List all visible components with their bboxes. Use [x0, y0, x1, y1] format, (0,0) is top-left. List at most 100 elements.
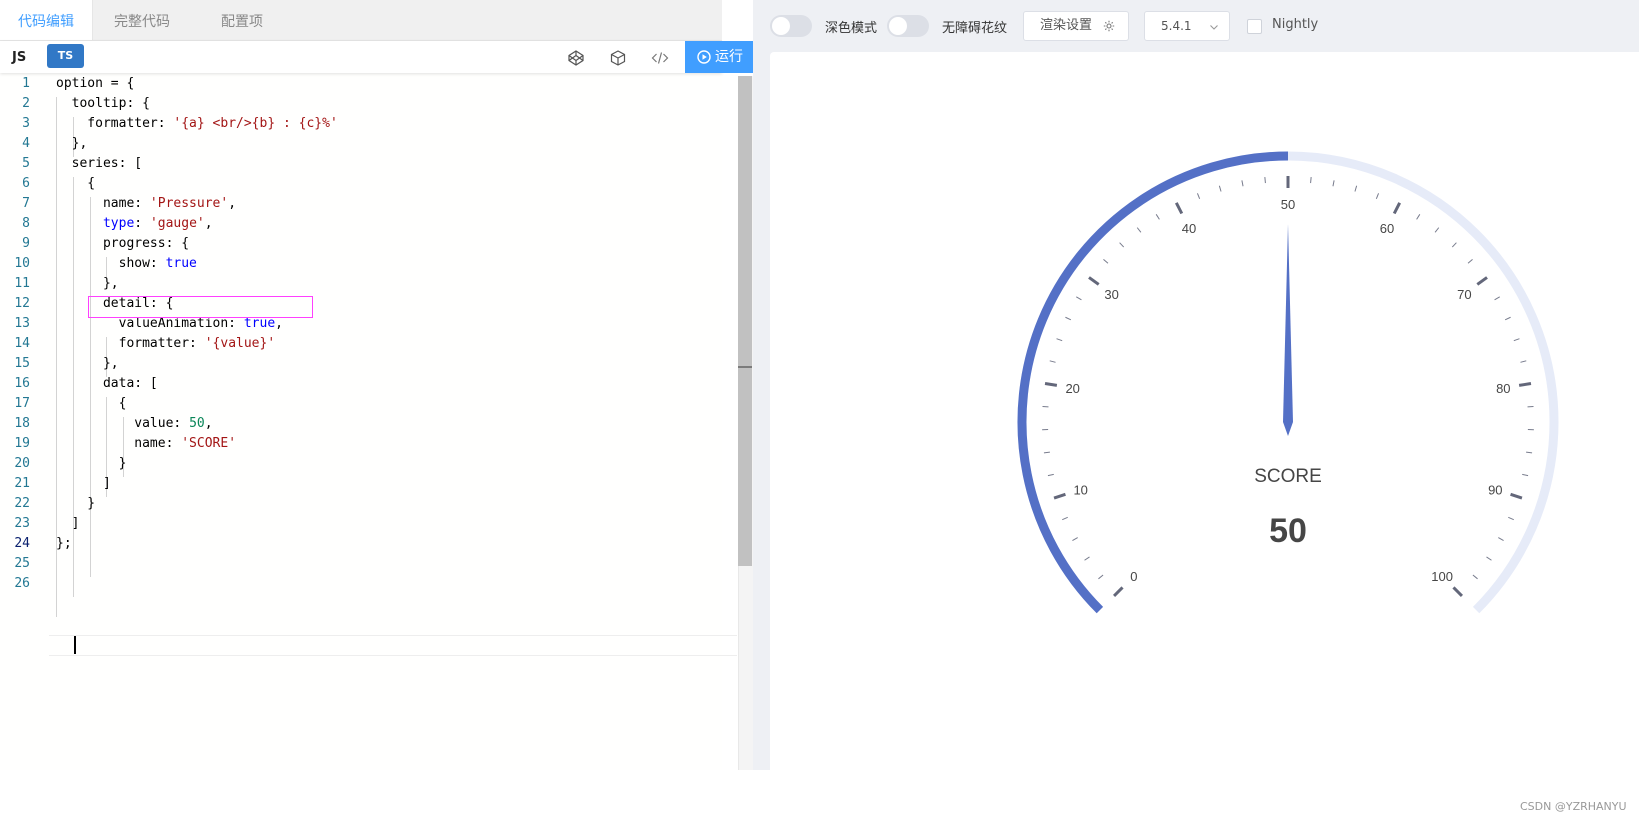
gauge-minor-tick	[1120, 243, 1124, 247]
aria-pattern-switch[interactable]	[887, 15, 929, 37]
code-editor-panel: 代码编辑 完整代码 配置项 JS TS 运行	[0, 0, 722, 770]
editor-toolbar: JS TS 运行	[0, 41, 722, 73]
gauge-tick-label: 100	[1431, 569, 1453, 584]
gauge-minor-tick	[1514, 339, 1520, 341]
gauge-minor-tick	[1197, 193, 1199, 199]
gauge-minor-tick	[1520, 361, 1526, 362]
gauge-major-tick	[1519, 384, 1531, 386]
line-number: 1	[0, 76, 30, 91]
switch-knob	[772, 17, 790, 35]
gauge-major-tick	[1054, 494, 1065, 498]
codesandbox-icon[interactable]	[609, 49, 627, 67]
line-number: 20	[0, 456, 30, 471]
line-number: 17	[0, 396, 30, 411]
editor-scrollbar-thumb[interactable]	[738, 76, 752, 566]
code-icon[interactable]	[651, 49, 669, 67]
render-settings-button[interactable]: 渲染设置	[1023, 11, 1129, 41]
gauge-major-tick	[1114, 587, 1122, 595]
tab-options[interactable]: 配置项	[221, 0, 263, 40]
code-area[interactable]: 1option = {2 tooltip: {3 formatter: '{a}…	[0, 76, 738, 770]
code-line: }	[56, 496, 95, 511]
line-number: 8	[0, 216, 30, 231]
line-number: 6	[0, 176, 30, 191]
code-line: value: 50,	[56, 416, 213, 431]
scrollbar-cursor-marker	[738, 366, 752, 368]
gauge-major-tick	[1394, 203, 1399, 214]
gauge-tick-label: 20	[1065, 381, 1079, 396]
line-number: 15	[0, 356, 30, 371]
code-line: type: 'gauge',	[56, 216, 213, 231]
gauge-major-tick	[1089, 277, 1099, 284]
gauge-minor-tick	[1435, 228, 1439, 233]
gauge-tick-label: 40	[1182, 221, 1196, 236]
nightly-checkbox[interactable]	[1247, 19, 1262, 34]
render-settings-label: 渲染设置	[1040, 18, 1092, 33]
line-number: 12	[0, 296, 30, 311]
line-number: 26	[0, 576, 30, 591]
line-number: 2	[0, 96, 30, 111]
gauge-tick-label: 30	[1104, 287, 1118, 302]
code-line: valueAnimation: true,	[56, 316, 283, 331]
gauge-minor-tick	[1452, 243, 1456, 247]
version-value: 5.4.1	[1161, 19, 1192, 33]
gauge-minor-tick	[1156, 214, 1159, 219]
tab-code-edit[interactable]: 代码编辑	[0, 0, 93, 40]
gauge-major-tick	[1477, 277, 1487, 284]
code-line: tooltip: {	[56, 96, 150, 111]
gauge-chart: 0102030405060708090100 SCORE 50	[770, 52, 1639, 742]
gauge-minor-tick	[1486, 557, 1491, 560]
gauge-tick-label: 70	[1457, 287, 1471, 302]
gauge-major-tick	[1045, 384, 1057, 386]
dark-mode-label: 深色模式	[825, 17, 877, 36]
gauge-minor-tick	[1498, 538, 1503, 541]
gauge-minor-tick	[1085, 557, 1090, 560]
nightly-label: Nightly	[1272, 17, 1318, 32]
code-line: },	[56, 136, 87, 151]
gauge-minor-tick	[1065, 317, 1070, 320]
gauge-major-tick	[1453, 587, 1461, 595]
line-number: 18	[0, 416, 30, 431]
watermark: CSDN @YZRHANYU	[1520, 800, 1627, 813]
line-number: 16	[0, 376, 30, 391]
gauge-detail-value: 50	[1269, 512, 1307, 550]
line-number: 24	[0, 536, 30, 551]
gauge-minor-tick	[1072, 538, 1077, 541]
code-line: },	[56, 276, 119, 291]
gauge-tick-label: 90	[1488, 482, 1502, 497]
line-number: 5	[0, 156, 30, 171]
gauge-minor-tick	[1062, 517, 1068, 519]
tab-full-code[interactable]: 完整代码	[114, 0, 170, 40]
play-icon	[697, 50, 711, 64]
line-number: 22	[0, 496, 30, 511]
gauge-minor-tick	[1050, 361, 1056, 362]
gauge-major-tick	[1176, 203, 1181, 214]
gauge-minor-tick	[1505, 317, 1510, 320]
gauge-tick-label: 10	[1073, 482, 1087, 497]
gauge-progress-arc	[1022, 156, 1288, 610]
run-button[interactable]: 运行	[685, 41, 753, 73]
code-line: {	[56, 176, 95, 191]
gauge-minor-tick	[1137, 228, 1141, 233]
code-line: };	[56, 536, 72, 551]
gauge-minor-tick	[1219, 186, 1221, 192]
gauge-tick-label: 0	[1130, 569, 1137, 584]
code-line: {	[56, 396, 126, 411]
code-line: formatter: '{a} <br/>{b} : {c}%'	[56, 116, 338, 131]
gauge-minor-tick	[1265, 177, 1266, 183]
gauge-minor-tick	[1103, 259, 1108, 263]
lang-ts-toggle[interactable]: TS	[47, 44, 84, 68]
dark-mode-switch[interactable]	[770, 15, 812, 37]
line-number: 21	[0, 476, 30, 491]
gauge-minor-tick	[1311, 177, 1312, 183]
line-number: 23	[0, 516, 30, 531]
switch-knob	[889, 17, 907, 35]
line-number: 9	[0, 236, 30, 251]
gauge-minor-tick	[1333, 180, 1334, 186]
version-select[interactable]: 5.4.1	[1144, 11, 1230, 41]
codepen-icon[interactable]	[567, 49, 585, 67]
lang-js-toggle[interactable]: JS	[12, 50, 26, 65]
code-line: show: true	[56, 256, 197, 271]
code-line: name: 'Pressure',	[56, 196, 236, 211]
gauge-minor-tick	[1076, 297, 1081, 300]
gauge-title: SCORE	[1254, 466, 1322, 487]
